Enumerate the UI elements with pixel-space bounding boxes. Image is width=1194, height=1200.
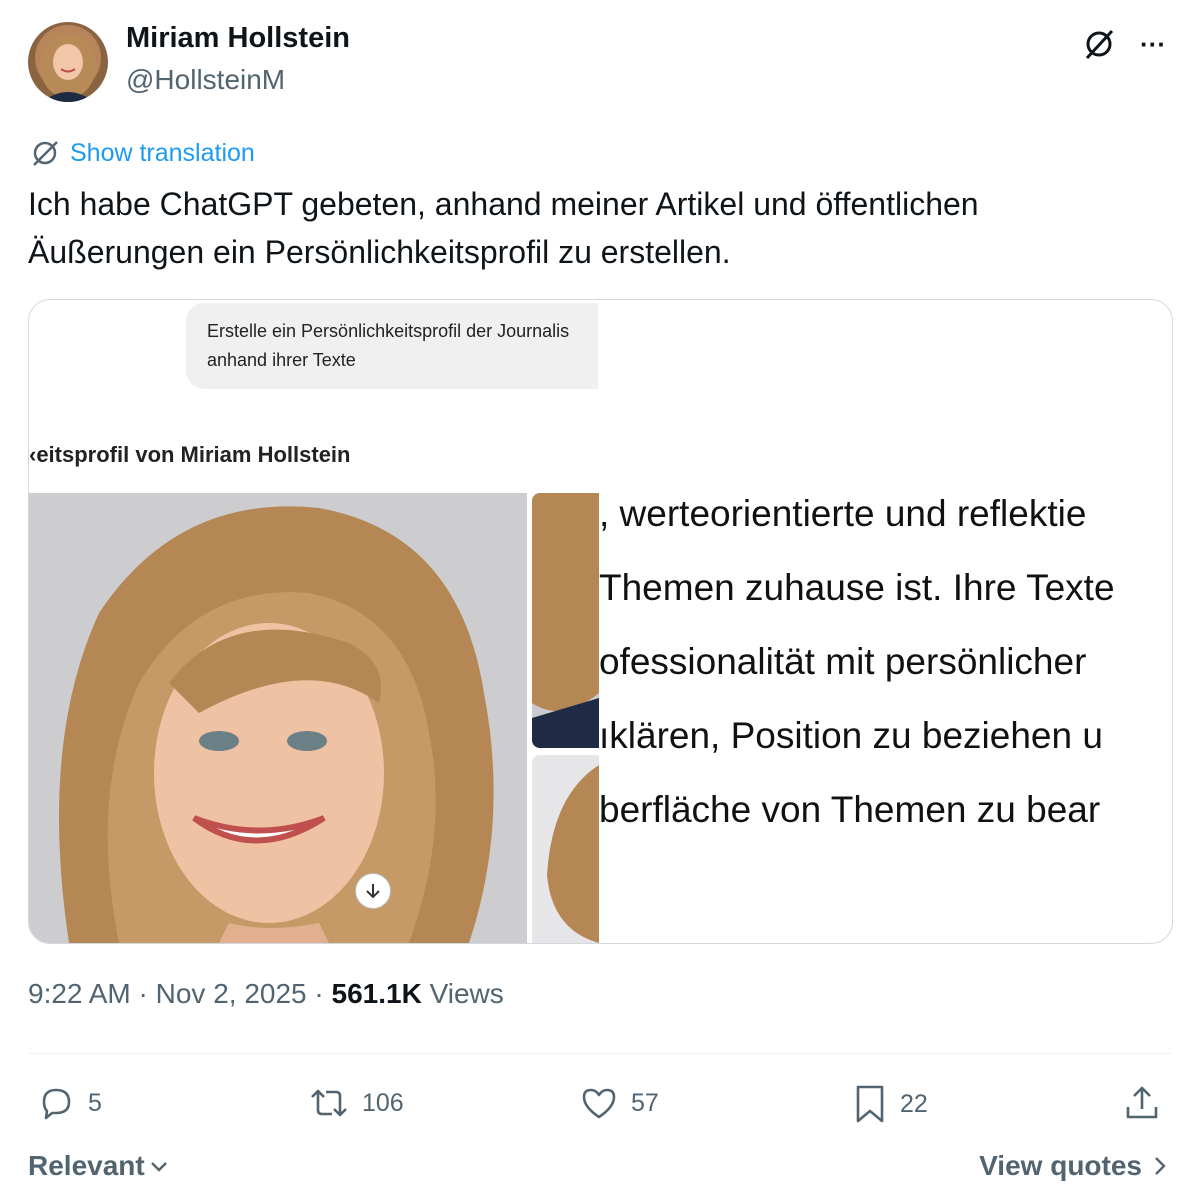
heart-icon (582, 1088, 616, 1119)
grok-icon[interactable] (1079, 24, 1119, 64)
more-icon[interactable]: ··· (1133, 24, 1173, 64)
prompt-line: anhand ihrer Texte (207, 350, 356, 370)
profile-text-line: ıklären, Position zu beziehen u (599, 715, 1103, 756)
chevron-right-icon (1155, 1157, 1166, 1175)
view-quotes-link[interactable]: View quotes (979, 1150, 1168, 1182)
view-quotes-label: View quotes (979, 1150, 1142, 1181)
like-count: 57 (631, 1088, 659, 1117)
show-translation-label: Show translation (70, 138, 255, 167)
profile-text-line: Themen zuhause ist. Ihre Texte (599, 567, 1115, 608)
reply-button[interactable]: 5 (36, 1083, 102, 1123)
profile-text: , werteorientierte und reflektie Themen … (599, 477, 1172, 847)
tweet-date[interactable]: Nov 2, 2025 (156, 978, 307, 1009)
tweet-media[interactable]: Erstelle ein Persönlichkeitsprofil der J… (28, 299, 1173, 944)
bookmark-button[interactable]: 22 (852, 1083, 928, 1125)
sort-label: Relevant (28, 1150, 145, 1181)
profile-title: ‹eitsprofil von Miriam Hollstein (29, 442, 351, 467)
views-label: Views (429, 978, 504, 1009)
show-translation-link[interactable]: Show translation (30, 138, 255, 168)
share-button[interactable] (1122, 1083, 1162, 1123)
repost-icon (311, 1089, 347, 1117)
bookmark-count: 22 (900, 1089, 928, 1118)
avatar[interactable] (28, 22, 108, 102)
divider (28, 1053, 1171, 1054)
author-name[interactable]: Miriam Hollstein (126, 22, 350, 55)
repost-button[interactable]: 106 (308, 1083, 404, 1123)
sort-dropdown[interactable]: Relevant (28, 1150, 169, 1182)
profile-text-line: , werteorientierte und reflektie (599, 493, 1087, 534)
portrait-photo-thumb (532, 493, 599, 748)
repost-count: 106 (362, 1088, 404, 1117)
tweet-text: Ich habe ChatGPT gebeten, anhand meiner … (28, 186, 979, 270)
profile-text-line: ofessionalität mit persönlicher (599, 641, 1087, 682)
profile-text-line: berfläche von Themen zu bear (599, 789, 1101, 830)
download-icon[interactable] (355, 873, 391, 909)
prompt-text: Erstelle ein Persönlichkeitsprofil der J… (207, 317, 599, 379)
chevron-down-icon (150, 1162, 167, 1172)
views-count: 561.1K (331, 978, 422, 1009)
like-button[interactable]: 57 (579, 1083, 659, 1123)
tweet-meta: 9:22 AM · Nov 2, 2025 · 561.1K Views (28, 978, 504, 1009)
share-icon (1126, 1086, 1158, 1119)
reply-icon (42, 1088, 71, 1120)
prompt-line: Erstelle ein Persönlichkeitsprofil der J… (207, 321, 570, 341)
portrait-photo (29, 493, 527, 943)
bookmark-icon (856, 1085, 884, 1123)
portrait-photo-thumb (532, 755, 599, 943)
author-handle[interactable]: @HollsteinM (126, 64, 285, 96)
translate-icon (33, 141, 58, 166)
tweet-time[interactable]: 9:22 AM (28, 978, 131, 1009)
reply-count: 5 (88, 1088, 102, 1117)
